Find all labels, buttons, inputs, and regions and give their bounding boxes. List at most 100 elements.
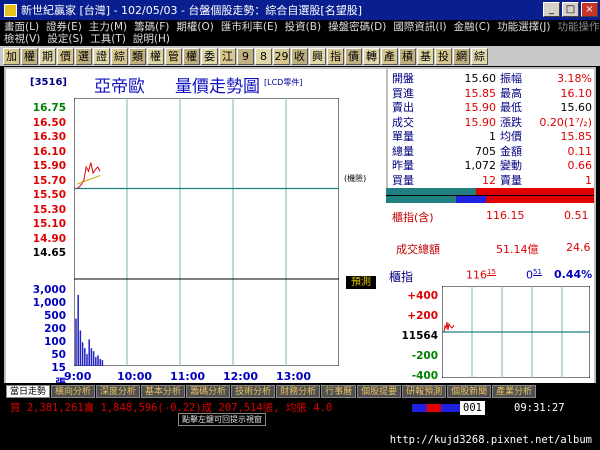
intraday-chart: [3516] 亞帝歐 量價走勢圖 [LCD零件] 16.75 16.50 16.30… bbox=[6, 69, 386, 389]
quote-cell: 成交 bbox=[392, 115, 414, 129]
index-tick: 11564 bbox=[401, 330, 438, 342]
menu-item[interactable]: 國際資訊(I) bbox=[393, 20, 446, 34]
volume-tick: 3,000 bbox=[32, 284, 66, 296]
toolbar-button[interactable]: 網 bbox=[453, 47, 470, 65]
toolbar-button[interactable]: 選 bbox=[75, 47, 92, 65]
toolbar-button[interactable]: 管 bbox=[165, 47, 182, 65]
toolbar-button[interactable]: 8 bbox=[255, 47, 272, 65]
code-field[interactable]: 001 bbox=[460, 401, 485, 415]
toolbar-button[interactable]: 基 bbox=[417, 47, 434, 65]
quote-cell: 最高 bbox=[500, 86, 522, 100]
tab-4[interactable]: 籌碼分析 bbox=[186, 385, 231, 398]
reference-note: (機險) bbox=[344, 174, 367, 183]
quote-row: 成交 15.90 漲跌 0.20(1⁷/₂) bbox=[388, 116, 596, 129]
close-button[interactable]: × bbox=[581, 2, 598, 17]
toolbar-button[interactable]: 債 bbox=[345, 47, 362, 65]
quote-cell: 漲跌 bbox=[500, 115, 522, 129]
toolbar-button[interactable]: 轉 bbox=[363, 47, 380, 65]
tab-5[interactable]: 技術分析 bbox=[231, 385, 276, 398]
toolbar-button[interactable]: 價 bbox=[57, 47, 74, 65]
quote-cell: 金額 bbox=[500, 144, 522, 158]
tab-3[interactable]: 基本分析 bbox=[141, 385, 186, 398]
title-bar: 新世紀贏家 [台灣] - 102/05/03 - 台盤個股走勢：綜合自選股[名望… bbox=[0, 0, 600, 20]
quote-cell: 買進 bbox=[392, 86, 414, 100]
toolbar-button[interactable]: 委 bbox=[201, 47, 218, 65]
toolbar-button[interactable]: 綜 bbox=[111, 47, 128, 65]
watermark-url: http://kujd3268.pixnet.net/album bbox=[0, 430, 600, 450]
chart-title: 量價走勢圖 bbox=[175, 77, 260, 97]
menu-item[interactable]: 期權(O) bbox=[176, 20, 213, 34]
menu-item[interactable]: 工具(T) bbox=[90, 33, 126, 45]
toolbar-button[interactable]: 權 bbox=[147, 47, 164, 65]
quote-cell: 總量 bbox=[392, 144, 414, 158]
volume-tick: 500 bbox=[44, 310, 66, 322]
quote-cell: 1 bbox=[585, 173, 592, 187]
tab-2[interactable]: 深度分析 bbox=[96, 385, 141, 398]
toolbar-button[interactable]: 類 bbox=[129, 47, 146, 65]
tab-6[interactable]: 財務分析 bbox=[276, 385, 321, 398]
toolbar-button[interactable]: 指 bbox=[327, 47, 344, 65]
toolbar-button[interactable]: 加 bbox=[3, 47, 20, 65]
quote-cell: 15.90 bbox=[464, 101, 497, 114]
quote-cell: 15.60 bbox=[464, 72, 497, 85]
menu-item[interactable]: 主力(M) bbox=[89, 20, 127, 34]
tab-1[interactable]: 橫向分析 bbox=[51, 385, 96, 398]
quote-cell: 15.85 bbox=[560, 130, 593, 143]
market-summary: 買 2,381,261賣 1,848,596(-0.22)成 207,514張,… bbox=[10, 402, 333, 414]
quote-cell: 賣量 bbox=[500, 173, 522, 187]
toolbar-button[interactable]: 權 bbox=[183, 47, 200, 65]
toolbar-button[interactable]: 9 bbox=[237, 47, 254, 65]
menu-item[interactable]: 籌碼(F) bbox=[134, 20, 169, 34]
toolbar-button[interactable]: 證 bbox=[93, 47, 110, 65]
tab-10[interactable]: 個股新聞 bbox=[447, 385, 492, 398]
toolbar-button[interactable]: 興 bbox=[309, 47, 326, 65]
menu-item[interactable]: 說明(H) bbox=[133, 33, 170, 45]
menu-item[interactable]: 功能操作(K) bbox=[557, 20, 600, 34]
tab-11[interactable]: 產業分析 bbox=[492, 385, 537, 398]
menu-item[interactable]: 功能選擇(J) bbox=[497, 20, 550, 34]
menu-item[interactable]: 設定(S) bbox=[47, 33, 83, 45]
price-tick: 15.30 bbox=[32, 203, 66, 216]
status-bar: 買 2,381,261賣 1,848,596(-0.22)成 207,514張,… bbox=[0, 400, 600, 416]
menu-item[interactable]: 檢視(V) bbox=[4, 33, 40, 45]
price-tick: 15.50 bbox=[32, 189, 66, 201]
menu-item[interactable]: 畫面(L) bbox=[4, 20, 39, 34]
menu-item[interactable]: 證券(E) bbox=[46, 20, 82, 34]
quote-row: 單量 1 均價 15.85 bbox=[388, 130, 596, 143]
tab-0[interactable]: 當日走勢 bbox=[6, 385, 51, 398]
price-tick: 16.75 bbox=[32, 102, 66, 114]
predict-button[interactable]: 預測 bbox=[346, 276, 376, 289]
toolbar-button[interactable]: 江 bbox=[219, 47, 236, 65]
main-panel: [3516] 亞帝歐 量價走勢圖 [LCD零件] 16.75 16.50 16.30… bbox=[4, 67, 596, 389]
minimize-button[interactable]: _ bbox=[543, 2, 560, 17]
toolbar-button[interactable]: 29 bbox=[273, 47, 290, 65]
menu-item[interactable]: 金融(C) bbox=[454, 20, 491, 34]
toolbar-button[interactable]: 期 bbox=[39, 47, 56, 65]
toolbar-button[interactable]: 投 bbox=[435, 47, 452, 65]
tab-7[interactable]: 行事曆 bbox=[321, 385, 357, 398]
toolbar-button[interactable]: 綜 bbox=[471, 47, 488, 65]
toolbar-button[interactable]: 收 bbox=[291, 47, 308, 65]
quote-cell: 3.18% bbox=[557, 72, 592, 85]
signal-bar bbox=[412, 404, 460, 412]
maximize-button[interactable]: □ bbox=[562, 2, 579, 17]
plot-frame bbox=[74, 98, 339, 366]
menu-item[interactable]: 匯市利率(E) bbox=[221, 20, 278, 34]
quote-cell: 開盤 bbox=[392, 72, 414, 85]
toolbar-button[interactable]: 槓 bbox=[399, 47, 416, 65]
toolbar-button[interactable]: 權 bbox=[21, 47, 38, 65]
quote-cell: 買量 bbox=[392, 173, 414, 187]
quote-cell: 1 bbox=[489, 130, 496, 143]
menu-item[interactable]: 投資(B) bbox=[285, 20, 321, 34]
bid-ask-bar bbox=[386, 188, 594, 203]
quote-cell: 均價 bbox=[500, 130, 522, 143]
price-tick: 15.70 bbox=[32, 174, 66, 187]
clock: 09:31:27 bbox=[514, 402, 565, 414]
toolbar-button[interactable]: 產 bbox=[381, 47, 398, 65]
price-volume-plot bbox=[74, 98, 339, 366]
tab-9[interactable]: 研報預測 bbox=[402, 385, 447, 398]
menu-item[interactable]: 操盤密碼(D) bbox=[328, 20, 386, 34]
tab-8[interactable]: 個股提要 bbox=[357, 385, 402, 398]
time-tick: 10:00 bbox=[117, 370, 153, 383]
quote-cell: 昨量 bbox=[392, 159, 414, 172]
